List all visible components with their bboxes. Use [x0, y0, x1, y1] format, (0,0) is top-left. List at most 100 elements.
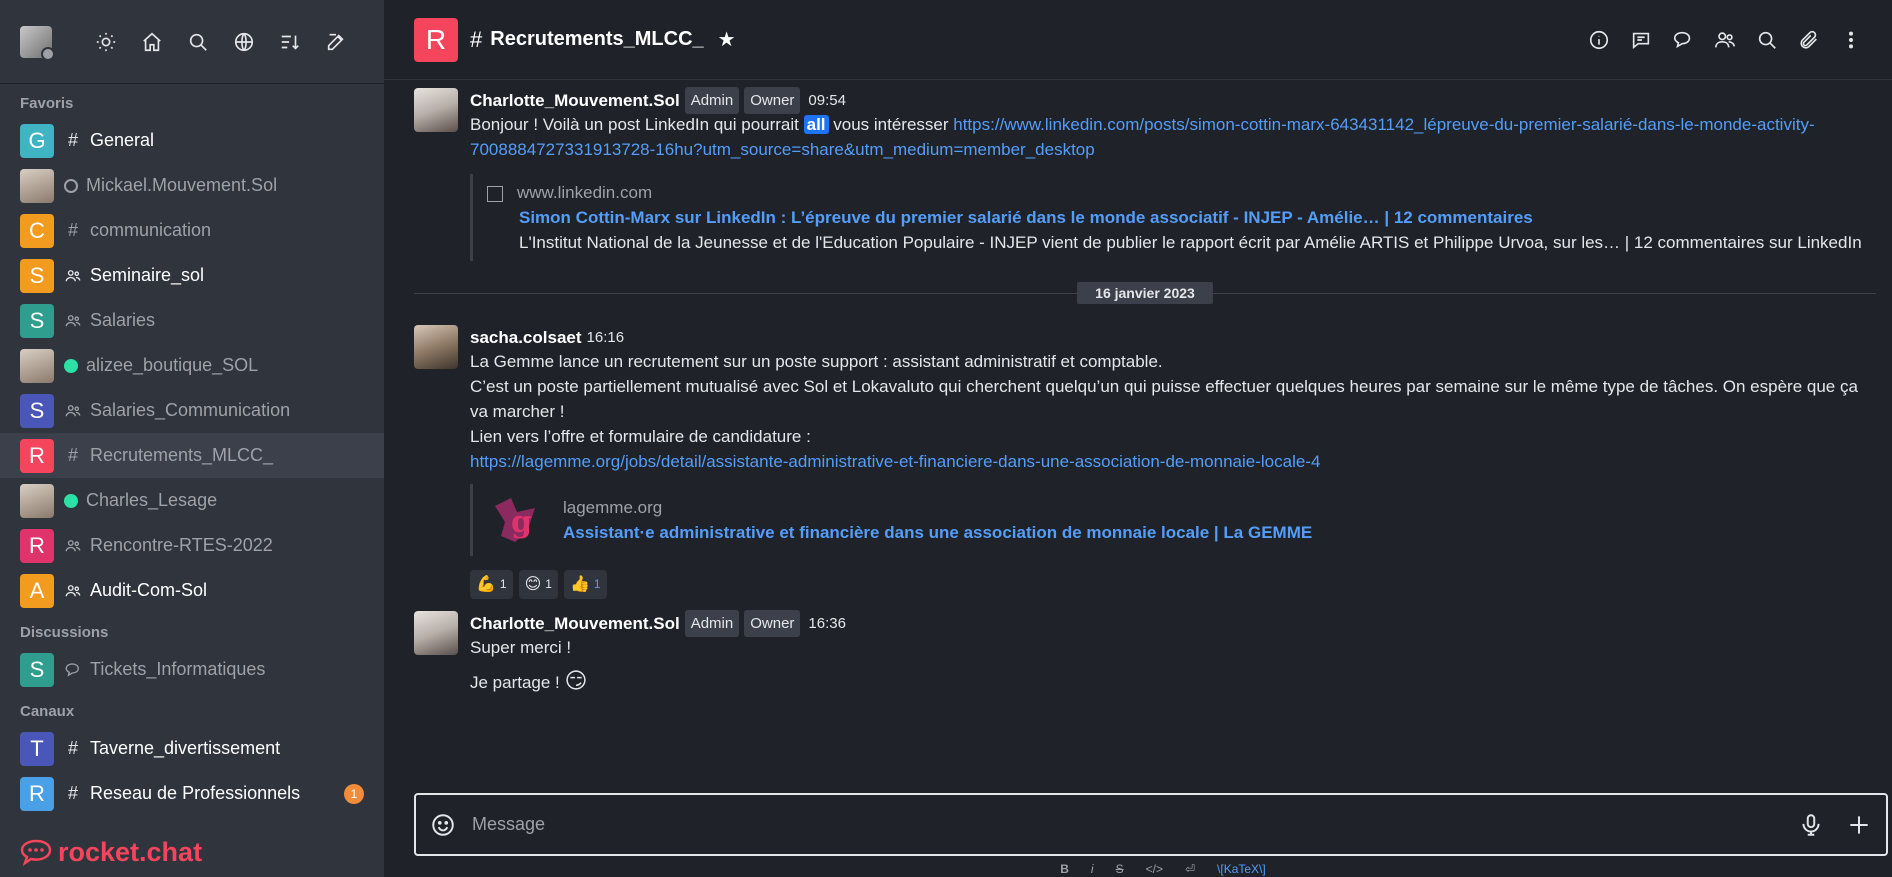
sidebar-item[interactable]: C # communication [0, 208, 384, 253]
team-icon [64, 402, 82, 420]
user-avatar[interactable] [20, 25, 55, 61]
preview-description: L'Institut National de la Jeunesse et de… [519, 233, 1862, 252]
author-avatar[interactable] [414, 325, 458, 369]
format-strike[interactable]: S [1116, 862, 1124, 876]
sidebar-item[interactable]: Mickael.Mouvement.Sol [0, 163, 384, 208]
user-avatar [20, 348, 54, 383]
sidebar-item-label: Mickael.Mouvement.Sol [86, 175, 278, 195]
room-avatar: S [20, 393, 54, 428]
sidebar-item[interactable]: R # Recrutements_MLCC_ [0, 433, 384, 478]
preview-title[interactable]: Assistant·e administrative et financière… [563, 520, 1312, 545]
message-line: C’est un poste partiellement mutualisé a… [470, 377, 1858, 421]
reaction-muscle[interactable]: 💪 1 [470, 570, 513, 599]
mention-all[interactable]: all [803, 115, 829, 134]
favorite-star-icon[interactable]: ★ [718, 27, 736, 52]
message: sacha.colsaet 16:16 La Gemme lance un re… [414, 313, 1876, 599]
room-avatar: R [20, 438, 54, 473]
sidebar-item[interactable]: S Seminaire_sol [0, 253, 384, 298]
emoji-picker-icon[interactable] [430, 812, 456, 838]
team-icon [64, 312, 82, 330]
date-divider-label: 16 janvier 2023 [1077, 282, 1213, 304]
room-info-icon[interactable] [1588, 29, 1610, 51]
format-italic[interactable]: i [1091, 862, 1094, 876]
sidebar-item[interactable]: A Audit-Com-Sol [0, 568, 384, 613]
directory-globe-icon[interactable] [232, 30, 256, 54]
user-avatar [20, 168, 54, 203]
team-icon [64, 267, 82, 285]
room-title: # Recrutements_MLCC_ ★ [470, 27, 736, 53]
author-avatar[interactable] [414, 88, 458, 132]
microphone-icon[interactable] [1798, 812, 1824, 838]
sidebar-item-label: Salaries_Communication [90, 400, 291, 420]
sidebar-item-label: Salaries [90, 310, 156, 330]
message-input[interactable] [472, 814, 1776, 835]
room-avatar: S [20, 303, 54, 338]
room-avatar: T [20, 731, 54, 766]
preview-title[interactable]: Simon Cottin-Marx sur LinkedIn : L’épreu… [487, 205, 1862, 230]
format-code[interactable]: </> [1146, 862, 1163, 876]
broken-image-icon [487, 185, 503, 202]
sidebar-item[interactable]: T # Taverne_divertissement [0, 726, 384, 771]
threads-icon[interactable] [1630, 29, 1652, 51]
sidebar-footer: rocket.chat [0, 827, 384, 877]
offline-status-icon [64, 178, 78, 193]
room-avatar: R [20, 776, 54, 811]
reaction-emoji: 👍 [569, 576, 590, 593]
message-line: Super merci ! [470, 638, 572, 657]
rocket-chat-logo: rocket.chat [20, 837, 202, 868]
sidebar-item[interactable]: S Salaries [0, 298, 384, 343]
sidebar-item[interactable]: alizee_boutique_SOL [0, 343, 384, 388]
author-name[interactable]: Charlotte_Mouvement.Sol [470, 88, 680, 113]
message-body: Charlotte_Mouvement.Sol Admin Owner 09:5… [470, 86, 1876, 269]
sidebar-item[interactable]: S Tickets_Informatiques [0, 647, 384, 692]
sidebar-item[interactable]: Charles_Lesage [0, 478, 384, 523]
message-link[interactable]: https://lagemme.org/jobs/detail/assistan… [470, 452, 1320, 471]
user-avatar [20, 483, 54, 518]
author-name[interactable]: sacha.colsaet [470, 325, 582, 350]
search-icon[interactable] [186, 30, 210, 54]
smirk-emoji: 😏 [564, 668, 588, 693]
home-icon[interactable] [140, 30, 164, 54]
reaction-count: 1 [499, 577, 507, 591]
preview-host: www.linkedin.com [517, 183, 653, 202]
sidebar-item[interactable]: G # General [0, 118, 384, 163]
theme-toggle-icon[interactable] [94, 30, 118, 54]
message-composer [414, 793, 1888, 856]
sidebar-item-label: Taverne_divertissement [90, 738, 281, 758]
sidebar-item[interactable]: R Rencontre-RTES-2022 [0, 523, 384, 568]
room-search-icon[interactable] [1756, 29, 1778, 51]
sidebar-item-label: Seminaire_sol [90, 265, 205, 285]
plus-icon[interactable] [1846, 812, 1872, 838]
unread-badge: 1 [344, 783, 364, 804]
attachment-clip-icon[interactable] [1798, 29, 1820, 51]
sort-icon[interactable] [278, 30, 302, 54]
sidebar-item[interactable]: R # Reseau de Professionnels 1 [0, 771, 384, 816]
kebab-menu-icon[interactable] [1840, 29, 1862, 51]
channel-hash-icon: # [470, 26, 483, 52]
channel-hash-icon: # [67, 445, 78, 465]
create-new-icon[interactable] [324, 30, 348, 54]
reaction-smile[interactable]: 😊 1 [518, 570, 558, 599]
discussion-icon[interactable] [1672, 29, 1694, 51]
reactions: 💪 1 😊 1 👍 1 [470, 570, 1876, 599]
reaction-thumbs-up[interactable]: 👍 1 [563, 570, 607, 599]
sidebar-item-label: alizee_boutique_SOL [86, 355, 259, 375]
sidebar: Favoris G # General Mickael.Mouvement.Sol C #… [0, 0, 384, 877]
format-bold[interactable]: B [1060, 862, 1069, 876]
channels-list: T # Taverne_divertissement R # Reseau de Prof… [0, 726, 384, 816]
format-katex[interactable]: \[KaTeX\] [1217, 862, 1266, 876]
team-icon [64, 582, 82, 600]
sidebar-item[interactable]: S Salaries_Communication [0, 388, 384, 433]
svg-text:g: g [511, 505, 532, 540]
role-badge: Admin [684, 86, 740, 114]
message-line-row: Je partage ! 😏 [470, 668, 1876, 695]
message-body: sacha.colsaet 16:16 La Gemme lance un re… [470, 325, 1876, 599]
members-icon[interactable] [1714, 29, 1736, 51]
sidebar-item-label: communication [90, 220, 212, 240]
author-name[interactable]: Charlotte_Mouvement.Sol [470, 611, 680, 636]
link-preview: www.linkedin.com Simon Cottin-Marx sur L… [470, 174, 1876, 261]
message: Charlotte_Mouvement.Sol Admin Owner 09:5… [414, 80, 1876, 269]
author-avatar[interactable] [414, 611, 458, 655]
lagemme-logo: g [487, 492, 543, 548]
format-enter[interactable]: ⏎ [1185, 862, 1195, 876]
